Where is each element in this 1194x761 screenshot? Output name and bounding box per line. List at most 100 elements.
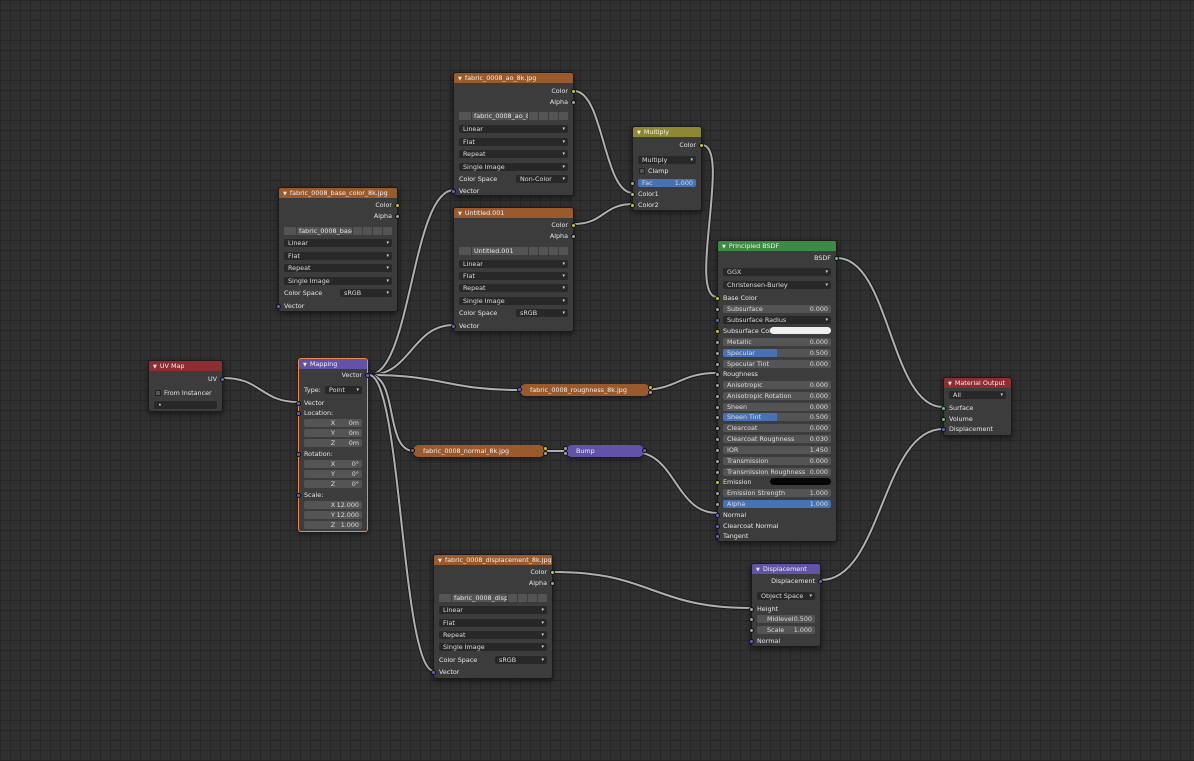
- base-color-socket[interactable]: [715, 295, 720, 301]
- projection-select[interactable]: Flat ▾: [439, 619, 547, 627]
- alpha-output-socket[interactable]: [550, 580, 555, 586]
- anisotropic-rotation-field[interactable]: Anisotropic Rotation 0.000: [723, 392, 831, 400]
- extension-select[interactable]: Repeat ▾: [459, 284, 568, 292]
- bsdf-output-socket[interactable]: [834, 255, 839, 261]
- normal-texture-node-collapsed[interactable]: fabric_0008_normal_8k.jpg: [410, 445, 548, 457]
- ao-texture-node[interactable]: ▼ fabric_0008_ao_8k.jpg Color Alpha fabri…: [451, 72, 576, 196]
- clamp-checkbox[interactable]: [639, 168, 645, 174]
- vector-input-socket[interactable]: [431, 669, 436, 675]
- image-selector[interactable]: fabric_0008_ao_8...: [459, 112, 568, 120]
- mapping-node[interactable]: ▼ Mapping Vector Type: Point ▾ Vector Locat…: [296, 358, 370, 532]
- color-space-select[interactable]: sRGB ▾: [495, 656, 547, 664]
- clearcoat-roughness-field[interactable]: Clearcoat Roughness 0.030: [723, 435, 831, 443]
- midlevel-socket[interactable]: [749, 616, 754, 622]
- sheen-tint-field[interactable]: Sheen Tint 0.500: [723, 413, 831, 421]
- collapse-arrow-icon[interactable]: ▼: [948, 381, 952, 387]
- collapse-arrow-icon[interactable]: ▼: [637, 130, 641, 136]
- mapping-header[interactable]: ▼ Mapping: [299, 359, 367, 369]
- image-name[interactable]: fabric_0008_ao_8...: [472, 112, 528, 120]
- color-space-select[interactable]: sRGB ▾: [516, 309, 568, 317]
- interpolation-select[interactable]: Linear ▾: [459, 260, 568, 268]
- node-link[interactable]: [368, 324, 455, 376]
- vector-input-socket[interactable]: [451, 323, 456, 329]
- normal-socket[interactable]: [715, 512, 720, 518]
- principled-bsdf-node[interactable]: ▼ Principled BSDF BSDF GGX ▾ Christensen-B…: [715, 240, 839, 542]
- emission-socket[interactable]: [715, 479, 720, 485]
- sheen-field[interactable]: Sheen 0.000: [723, 403, 831, 411]
- clearcoat-field[interactable]: Clearcoat 0.000: [723, 424, 831, 432]
- node-link[interactable]: [836, 257, 944, 408]
- location-y-field[interactable]: Y 0m: [304, 429, 362, 437]
- texture-header[interactable]: ▼ fabric_0008_displacement_8k.jpg: [434, 555, 552, 565]
- image-selector[interactable]: Untitled.001: [459, 247, 568, 255]
- node-link[interactable]: [701, 144, 718, 298]
- node-link[interactable]: [553, 571, 752, 609]
- roughness-socket[interactable]: [715, 371, 720, 377]
- emission-strength-field[interactable]: Emission Strength 1.000: [723, 489, 831, 497]
- mapping-vector-input-socket[interactable]: [296, 400, 301, 406]
- texture-header[interactable]: ▼ fabric_0008_base_color_8k.jpg: [279, 188, 397, 198]
- roughness-texture-node-collapsed[interactable]: fabric_0008_roughness_8k.jpg: [517, 384, 653, 396]
- normal-output-socket[interactable]: [642, 448, 647, 453]
- image-icon[interactable]: [284, 227, 296, 235]
- displacement-socket[interactable]: [941, 426, 946, 432]
- target-select[interactable]: All ▾: [949, 391, 1006, 399]
- alpha-output-socket[interactable]: [648, 390, 653, 395]
- specular-tint-socket[interactable]: [715, 361, 720, 367]
- alpha-socket[interactable]: [715, 501, 720, 507]
- extension-select[interactable]: Repeat ▾: [439, 631, 547, 639]
- height-socket[interactable]: [749, 606, 754, 612]
- new-image-icon[interactable]: [539, 112, 548, 120]
- source-select[interactable]: Single Image ▾: [459, 163, 568, 171]
- interpolation-select[interactable]: Linear ▾: [459, 125, 568, 133]
- normal-socket[interactable]: [749, 638, 754, 644]
- vector-input-socket[interactable]: [517, 387, 522, 392]
- node-link[interactable]: [573, 90, 634, 194]
- transmission-field[interactable]: Transmission 0.000: [723, 457, 831, 465]
- vector-input-socket[interactable]: [276, 303, 281, 309]
- surface-socket[interactable]: [941, 405, 946, 411]
- displacement-texture-node[interactable]: ▼ fabric_0008_displacement_8k.jpg Color A…: [431, 554, 555, 679]
- node-link[interactable]: [368, 374, 415, 452]
- color-output-socket[interactable]: [571, 222, 576, 228]
- fake-user-icon[interactable]: [529, 247, 538, 255]
- alpha-output-socket[interactable]: [543, 451, 548, 456]
- node-link[interactable]: [573, 203, 634, 225]
- alpha-field[interactable]: Alpha 1.000: [723, 500, 831, 508]
- bump-node-collapsed[interactable]: Bump: [563, 445, 647, 457]
- uv-map-select[interactable]: •: [154, 401, 217, 409]
- fac-slider[interactable]: Fac 1.000: [638, 179, 696, 187]
- location-socket[interactable]: [296, 410, 301, 416]
- midlevel-field[interactable]: Midlevel 0.500: [757, 615, 815, 623]
- specular-socket[interactable]: [715, 350, 720, 356]
- color1-socket[interactable]: [630, 191, 635, 197]
- blend-type-select[interactable]: Multiply ▾: [638, 156, 696, 164]
- collapse-arrow-icon[interactable]: ▼: [283, 191, 287, 197]
- fac-socket[interactable]: [630, 180, 635, 186]
- node-link[interactable]: [820, 428, 944, 581]
- multiply-header[interactable]: ▼ Multiply: [633, 127, 701, 137]
- image-icon[interactable]: [459, 112, 471, 120]
- rotation-z-field[interactable]: Z 0°: [304, 480, 362, 488]
- texture-header[interactable]: ▼ fabric_0008_ao_8k.jpg: [454, 73, 573, 83]
- material-output-node[interactable]: ▼ Material Output All ▾ Surface Volume Dis…: [941, 377, 1012, 436]
- anisotropic-field[interactable]: Anisotropic 0.000: [723, 381, 831, 389]
- fake-user-icon[interactable]: [529, 112, 538, 120]
- fake-user-icon[interactable]: [508, 594, 517, 602]
- sheen-socket[interactable]: [715, 404, 720, 410]
- color-output-socket[interactable]: [571, 88, 576, 94]
- new-image-icon[interactable]: [363, 227, 372, 235]
- image-icon[interactable]: [459, 247, 471, 255]
- image-icon[interactable]: [439, 594, 451, 602]
- scale-z-field[interactable]: Z 1.000: [304, 521, 362, 529]
- source-select[interactable]: Single Image ▾: [284, 277, 392, 285]
- scale-field[interactable]: Scale 1.000: [757, 626, 815, 634]
- extension-select[interactable]: Repeat ▾: [459, 150, 568, 158]
- projection-select[interactable]: Flat ▾: [284, 252, 392, 260]
- vector-input-socket[interactable]: [451, 188, 456, 194]
- collapse-arrow-icon[interactable]: ▼: [458, 211, 462, 217]
- new-image-icon[interactable]: [518, 594, 527, 602]
- specular-tint-field[interactable]: Specular Tint 0.000: [723, 360, 831, 368]
- collapse-arrow-icon[interactable]: ▼: [756, 567, 760, 573]
- open-folder-icon[interactable]: [373, 227, 382, 235]
